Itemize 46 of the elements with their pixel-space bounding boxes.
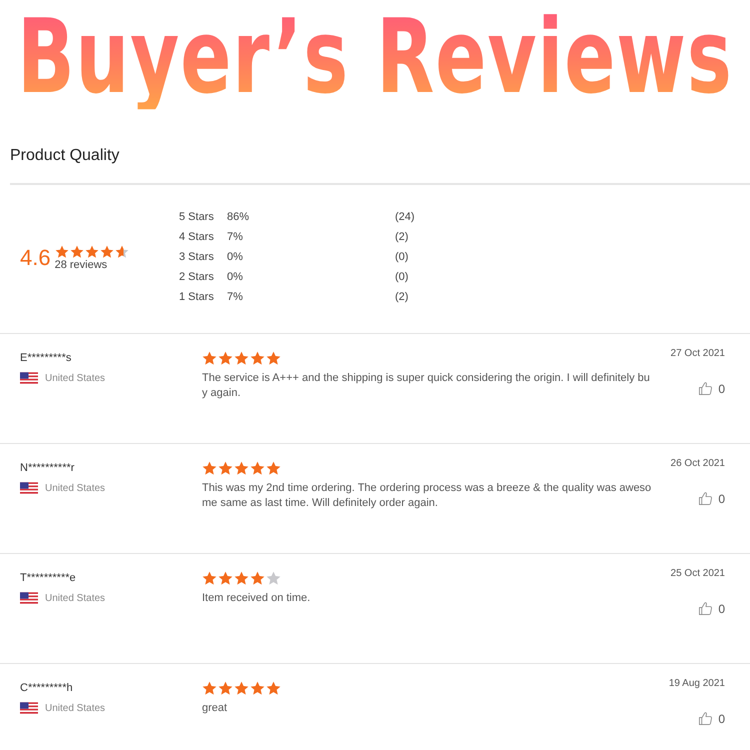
reviewer-name: E*********s [20, 352, 72, 364]
star-level-label: 3 Stars [179, 251, 215, 265]
thumbs-up-icon [698, 381, 714, 396]
star-level-count: (2) [395, 231, 408, 245]
thumbs-up-icon [698, 491, 714, 506]
review-date: 25 Oct 2021 [670, 568, 725, 579]
review-date: 27 Oct 2021 [670, 348, 725, 359]
section-title: Product Quality [10, 147, 120, 165]
star-level-percent: 7% [227, 231, 244, 245]
star-level-count: (0) [395, 251, 408, 265]
review-text: The service is A+++ and the shipping is super quick considering the origin. I will definitely buy again. [202, 371, 651, 401]
star-level-percent: 0% [227, 271, 244, 285]
review-count: 28 reviews [54, 259, 108, 271]
flag-icon [20, 592, 38, 604]
like-button[interactable]: 0 [698, 711, 725, 726]
star-level-percent: 0% [227, 251, 244, 265]
star-level-label: 5 Stars [179, 211, 215, 225]
star-level-count: (0) [395, 271, 408, 285]
reviewer-country: United States [45, 592, 106, 604]
flag-icon [20, 372, 38, 384]
reviewer-country: United States [45, 702, 106, 714]
star-level-percent: 7% [227, 291, 244, 305]
star-level-count: (24) [395, 211, 415, 225]
thumbs-up-icon [698, 601, 714, 616]
like-button[interactable]: 0 [698, 601, 725, 616]
thumbs-up-icon [698, 711, 714, 726]
flag-icon [20, 702, 38, 714]
star-level-percent: 86% [227, 211, 250, 225]
reviewer-name: N**********r [20, 462, 74, 474]
star-level-count: (2) [395, 291, 408, 305]
review-text: This was my 2nd time ordering. The ordering process was a breeze & the quality was awesome same as last time. Will definitely order again. [202, 481, 652, 511]
star-level-label: 2 Stars [179, 271, 215, 285]
reviewer-name: C*********h [20, 682, 73, 694]
like-button[interactable]: 0 [698, 381, 725, 396]
like-button[interactable]: 0 [698, 491, 725, 506]
star-level-label: 4 Stars [179, 231, 215, 245]
review-text: Item received on time. [202, 591, 312, 606]
review-text: great [202, 701, 228, 716]
star-level-label: 1 Stars [179, 291, 215, 305]
reviewer-country: United States [45, 482, 106, 494]
average-rating: 4.6 [20, 245, 51, 271]
review-date: 19 Aug 2021 [668, 678, 725, 689]
flag-icon [20, 482, 38, 494]
reviewer-name: T**********e [20, 572, 76, 584]
reviewer-country: United States [45, 372, 106, 384]
review-date: 26 Oct 2021 [670, 458, 725, 469]
